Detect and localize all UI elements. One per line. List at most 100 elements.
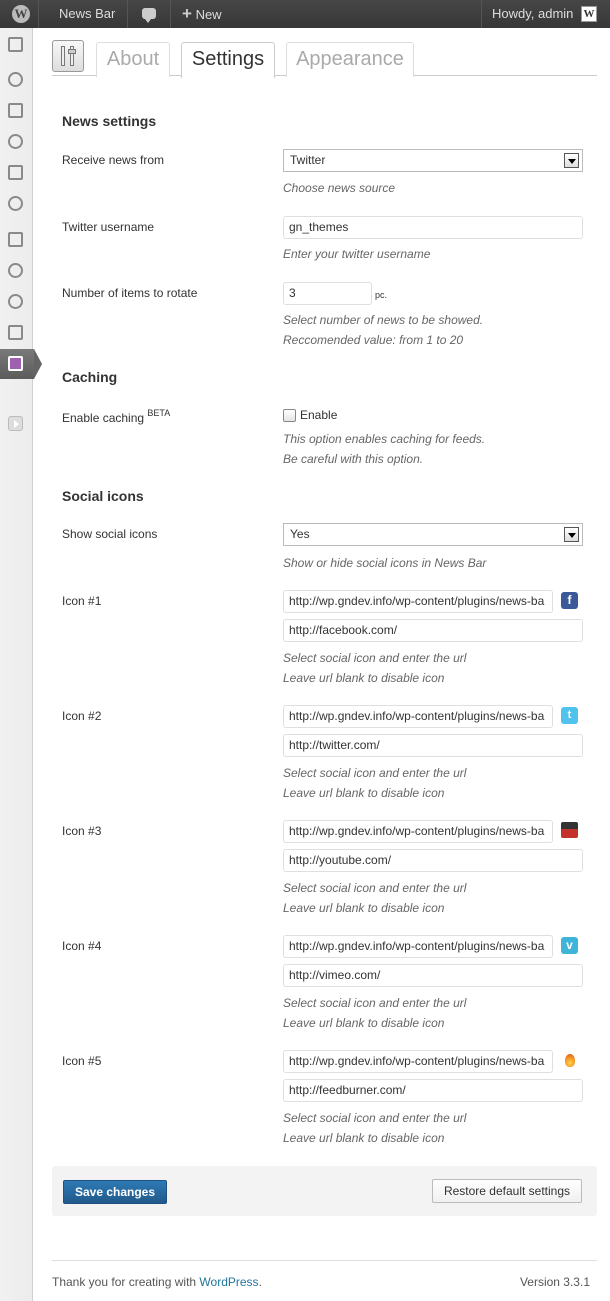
icon-4-description-line2: Leave url blank to disable icon (283, 1016, 445, 1030)
pin-icon (8, 72, 23, 87)
admin-sidebar (0, 28, 42, 1301)
feedburner-icon (561, 1052, 578, 1069)
icon-2-label: Icon #2 (62, 709, 102, 723)
icon-4-description-line1: Select social icon and enter the url (283, 996, 467, 1010)
sidebar-item-users[interactable] (0, 287, 32, 317)
howdy-account-menu[interactable]: Howdy, admin (492, 0, 573, 28)
wordpress-link[interactable]: WordPress (199, 1275, 258, 1289)
vimeo-icon: v (561, 937, 578, 954)
admin-bar: W News Bar + New Howdy, admin W (0, 0, 610, 28)
icon-4-image-url-input[interactable]: http://wp.gndev.info/wp-content/plugins/… (283, 935, 553, 958)
icon-3-image-url-input[interactable]: http://wp.gndev.info/wp-content/plugins/… (283, 820, 553, 843)
submit-box: Save changes Restore default settings (52, 1166, 597, 1216)
icon-5-description-line1: Select social icon and enter the url (283, 1111, 467, 1125)
footer: Thank you for creating with WordPress. V… (52, 1260, 597, 1289)
enable-caching-label: Enable caching BETA (62, 408, 171, 425)
news-source-select[interactable]: Twitter (283, 149, 583, 172)
plus-icon: + (182, 4, 192, 23)
plugin-settings-icon (52, 40, 84, 72)
new-label: New (195, 7, 222, 22)
icon-2-description-line1: Select social icon and enter the url (283, 766, 467, 780)
twitter-username-input[interactable]: gn_themes (283, 216, 583, 239)
icon-2-link-input[interactable]: http://twitter.com/ (283, 734, 583, 757)
caching-heading: Caching (62, 369, 118, 385)
twitter-icon: t (561, 707, 578, 724)
wordpress-logo-icon[interactable]: W (8, 0, 36, 28)
icon-5-link-input[interactable]: http://feedburner.com/ (283, 1079, 583, 1102)
items-to-rotate-label: Number of items to rotate (62, 286, 198, 300)
icon-5-description-line2: Leave url blank to disable icon (283, 1131, 445, 1145)
tab-appearance[interactable]: Appearance (286, 42, 414, 77)
sidebar-item-media[interactable] (0, 96, 32, 126)
footer-credit: Thank you for creating with WordPress. (52, 1275, 262, 1289)
sidebar-item-tools[interactable] (0, 318, 32, 348)
sidebar-item-dashboard[interactable] (0, 30, 32, 60)
media-icon (8, 103, 23, 118)
icon-5-label: Icon #5 (62, 1054, 102, 1068)
sidebar-item-news-bar[interactable] (0, 349, 42, 379)
icon-3-link-input[interactable]: http://youtube.com/ (283, 849, 583, 872)
news-settings-heading: News settings (62, 113, 157, 129)
icon-2-image-url-input[interactable]: http://wp.gndev.info/wp-content/plugins/… (283, 705, 553, 728)
social-icons-heading: Social icons (62, 488, 144, 504)
site-name-link[interactable]: News Bar (59, 0, 115, 28)
enable-caching-checkbox[interactable] (283, 409, 296, 422)
items-description-line1: Select number of news to be showed. (283, 313, 484, 327)
icon-3-label: Icon #3 (62, 824, 102, 838)
sidebar-item-posts[interactable] (0, 65, 32, 95)
new-content-menu[interactable]: + New (182, 0, 222, 28)
links-icon (8, 134, 23, 149)
tab-about[interactable]: About (96, 42, 170, 77)
icon-1-description-line1: Select social icon and enter the url (283, 651, 467, 665)
caching-description-line2: Be careful with this option. (283, 452, 424, 466)
show-social-icons-description: Show or hide social icons in News Bar (283, 556, 487, 570)
icon-1-image-url-input[interactable]: http://wp.gndev.info/wp-content/plugins/… (283, 590, 553, 613)
icon-4-link-input[interactable]: http://vimeo.com/ (283, 964, 583, 987)
twitter-username-description: Enter your twitter username (283, 247, 431, 261)
tools-icon (8, 325, 23, 340)
separator (170, 0, 171, 28)
separator (127, 0, 128, 28)
icon-1-link-input[interactable]: http://facebook.com/ (283, 619, 583, 642)
collapse-menu-icon[interactable] (8, 416, 23, 431)
twitter-username-label: Twitter username (62, 220, 155, 234)
receive-news-label: Receive news from (62, 153, 165, 167)
separator (481, 0, 482, 28)
chevron-down-icon (564, 153, 579, 168)
newsbar-icon (8, 356, 23, 371)
appearance-icon (8, 232, 23, 247)
comments-bubble-icon[interactable] (142, 8, 156, 23)
sidebar-item-pages[interactable] (0, 158, 32, 188)
version-label: Version 3.3.1 (519, 1275, 590, 1289)
avatar[interactable]: W (581, 6, 597, 22)
icon-3-description-line2: Leave url blank to disable icon (283, 901, 445, 915)
show-social-icons-select[interactable]: Yes (283, 523, 583, 546)
enable-caching-checkbox-label[interactable]: Enable (300, 408, 337, 422)
comments-icon (8, 196, 23, 211)
pages-icon (8, 165, 23, 180)
sidebar-item-appearance[interactable] (0, 225, 32, 255)
items-to-rotate-input[interactable]: 3 (283, 282, 372, 305)
youtube-icon (561, 822, 578, 839)
icon-4-label: Icon #4 (62, 939, 102, 953)
news-source-value: Twitter (290, 153, 326, 167)
items-description-line2: Reccomended value: from 1 to 20 (283, 333, 464, 347)
caching-description-line1: This option enables caching for feeds. (283, 432, 486, 446)
news-source-description: Choose news source (283, 181, 396, 195)
plugins-icon (8, 263, 23, 278)
sidebar-item-links[interactable] (0, 127, 32, 157)
icon-1-description-line2: Leave url blank to disable icon (283, 671, 445, 685)
items-unit-label: pc. (375, 290, 388, 300)
restore-defaults-button[interactable]: Restore default settings (432, 1179, 582, 1203)
save-changes-button[interactable]: Save changes (63, 1180, 167, 1204)
dashboard-icon (8, 37, 23, 52)
show-social-icons-label: Show social icons (62, 527, 158, 541)
icon-5-image-url-input[interactable]: http://wp.gndev.info/wp-content/plugins/… (283, 1050, 553, 1073)
chevron-down-icon (564, 527, 579, 542)
sidebar-item-plugins[interactable] (0, 256, 32, 286)
show-social-icons-value: Yes (290, 527, 310, 541)
users-icon (8, 294, 23, 309)
separator (38, 0, 39, 28)
sidebar-item-comments[interactable] (0, 189, 32, 219)
tab-settings[interactable]: Settings (181, 42, 275, 78)
